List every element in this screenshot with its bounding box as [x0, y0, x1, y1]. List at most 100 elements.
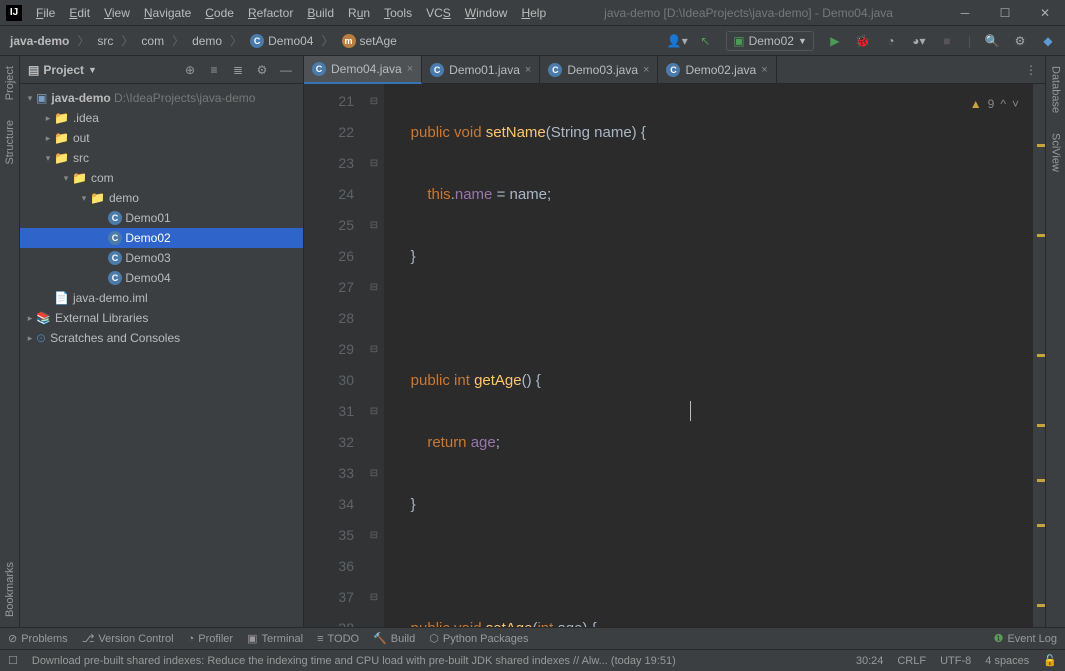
line-number[interactable]: 27 [304, 272, 354, 303]
tool-tab-project[interactable]: Project [2, 56, 18, 110]
line-number[interactable]: 26 [304, 241, 354, 272]
collapse-all-icon[interactable]: ≣ [229, 61, 247, 79]
fold-start-icon[interactable]: ⊟ [364, 86, 384, 117]
tool-tab-profiler[interactable]: ◔Profiler [188, 633, 234, 645]
chevron-down-icon[interactable]: ▾ [42, 153, 54, 164]
tab-demo03[interactable]: CDemo03.java× [540, 56, 658, 84]
tab-demo02[interactable]: CDemo02.java× [658, 56, 776, 84]
status-hide-icon[interactable]: ☐ [8, 654, 18, 667]
run-button[interactable]: ▶ [824, 30, 846, 52]
tool-tab-python[interactable]: ⬡Python Packages [429, 632, 528, 645]
menu-refactor[interactable]: Refactor [242, 4, 299, 22]
tree-row-out[interactable]: ▸📁out [20, 128, 303, 148]
menu-window[interactable]: Window [459, 4, 514, 22]
fold-end-icon[interactable]: ⊟ [364, 520, 384, 551]
line-number[interactable]: 24 [304, 179, 354, 210]
menu-code[interactable]: Code [199, 4, 240, 22]
chevron-right-icon[interactable]: ▸ [24, 313, 36, 324]
debug-button[interactable]: 🐞 [852, 30, 874, 52]
line-number-gutter[interactable]: 21 22 23 24 25 26 27 28 29 30 31 32 33 3… [304, 84, 364, 627]
line-number[interactable]: 35 [304, 520, 354, 551]
crumb-method[interactable]: msetAge [338, 32, 401, 50]
tool-tab-database[interactable]: Database [1048, 56, 1064, 123]
tab-demo04[interactable]: CDemo04.java× [304, 56, 422, 84]
fold-start-icon[interactable]: ⊟ [364, 582, 384, 613]
tree-row-demo04[interactable]: C Demo04 [20, 268, 303, 288]
fold-start-icon[interactable]: ⊟ [364, 458, 384, 489]
stripe-marker[interactable] [1037, 524, 1045, 527]
menu-tools[interactable]: Tools [378, 4, 418, 22]
menu-file[interactable]: File [30, 4, 61, 22]
status-position[interactable]: 30:24 [856, 655, 884, 667]
line-number[interactable]: 32 [304, 427, 354, 458]
chevron-down-icon[interactable]: ▾ [60, 173, 72, 184]
close-tab-icon[interactable]: × [407, 63, 413, 75]
line-number[interactable]: 33 [304, 458, 354, 489]
hide-icon[interactable]: — [277, 61, 295, 79]
line-number[interactable]: 28 [304, 303, 354, 334]
project-panel-title[interactable]: ▤ Project ▼ [28, 63, 177, 77]
close-tab-icon[interactable]: × [525, 64, 531, 76]
crumb-class[interactable]: CDemo04 [246, 32, 317, 50]
settings-icon[interactable]: ⚙ [1009, 30, 1031, 52]
fold-end-icon[interactable]: ⊟ [364, 148, 384, 179]
fold-start-icon[interactable]: ⊟ [364, 210, 384, 241]
close-tab-icon[interactable]: × [643, 64, 649, 76]
stripe-marker[interactable] [1037, 424, 1045, 427]
crumb-com[interactable]: com [137, 32, 168, 50]
maximize-button[interactable]: ☐ [985, 0, 1025, 26]
settings-icon[interactable]: ⚙ [253, 61, 271, 79]
stripe-marker[interactable] [1037, 479, 1045, 482]
stripe-marker[interactable] [1037, 604, 1045, 607]
project-tree[interactable]: ▾▣java-demo D:\IdeaProjects\java-demo ▸📁… [20, 84, 303, 627]
ide-features-icon[interactable]: ◆ [1037, 30, 1059, 52]
tree-row-demo02[interactable]: C Demo02 [20, 228, 303, 248]
stripe-marker[interactable] [1037, 144, 1045, 147]
line-number[interactable]: 29 [304, 334, 354, 365]
fold-gutter[interactable]: ⊟ ⊟ ⊟ ⊟ ⊟ ⊟ ⊟ ⊟ ⊟ [364, 84, 384, 627]
crumb-src[interactable]: src [93, 32, 117, 50]
search-icon[interactable]: 🔍 [981, 30, 1003, 52]
error-stripe[interactable] [1033, 84, 1045, 627]
menu-vcs[interactable]: VCS [420, 4, 457, 22]
run-config-selector[interactable]: ▣ Demo02 ▼ [726, 31, 814, 51]
tool-tab-build[interactable]: 🔨Build [373, 632, 415, 645]
chevron-down-icon[interactable]: ▾ [78, 193, 90, 204]
line-number[interactable]: 38 [304, 613, 354, 627]
status-encoding[interactable]: UTF-8 [940, 655, 971, 667]
menu-navigate[interactable]: Navigate [138, 4, 197, 22]
menu-edit[interactable]: Edit [63, 4, 96, 22]
inspection-widget[interactable]: ▲ 9 ^ ˅ [970, 89, 1019, 120]
close-button[interactable]: ✕ [1025, 0, 1065, 26]
next-highlight-icon[interactable]: ˅ [1012, 89, 1019, 120]
minimize-button[interactable]: ─ [945, 0, 985, 26]
stop-button[interactable]: ■ [936, 30, 958, 52]
tree-row-com[interactable]: ▾📁com [20, 168, 303, 188]
line-number[interactable]: 34 [304, 489, 354, 520]
tree-row-idea[interactable]: ▸📁.idea [20, 108, 303, 128]
menu-build[interactable]: Build [301, 4, 340, 22]
expand-all-icon[interactable]: ≡ [205, 61, 223, 79]
crumb-project[interactable]: java-demo [6, 32, 73, 50]
line-number[interactable]: 21 [304, 86, 354, 117]
tree-row-external-libs[interactable]: ▸📚External Libraries [20, 308, 303, 328]
line-number[interactable]: 37 [304, 582, 354, 613]
tool-tab-terminal[interactable]: ▣Terminal [247, 632, 303, 645]
status-line-separator[interactable]: CRLF [897, 655, 926, 667]
build-icon[interactable]: ↖ [694, 30, 716, 52]
status-message[interactable]: Download pre-built shared indexes: Reduc… [32, 655, 842, 667]
tool-tab-bookmarks[interactable]: Bookmarks [2, 552, 18, 627]
status-indent[interactable]: 4 spaces [985, 655, 1029, 667]
tab-demo01[interactable]: CDemo01.java× [422, 56, 540, 84]
chevron-down-icon[interactable]: ▾ [24, 93, 36, 104]
tree-row-demo[interactable]: ▾📁demo [20, 188, 303, 208]
menu-run[interactable]: Run [342, 4, 376, 22]
tool-tab-vcs[interactable]: ⎇Version Control [82, 632, 174, 645]
tool-tab-eventlog[interactable]: ❶Event Log [994, 632, 1057, 645]
crumb-demo[interactable]: demo [188, 32, 226, 50]
read-only-icon[interactable]: 🔓 [1043, 654, 1057, 667]
fold-end-icon[interactable]: ⊟ [364, 272, 384, 303]
line-number[interactable]: 31 [304, 396, 354, 427]
tab-options-icon[interactable]: ⋮ [1017, 63, 1045, 77]
line-number[interactable]: 36 [304, 551, 354, 582]
